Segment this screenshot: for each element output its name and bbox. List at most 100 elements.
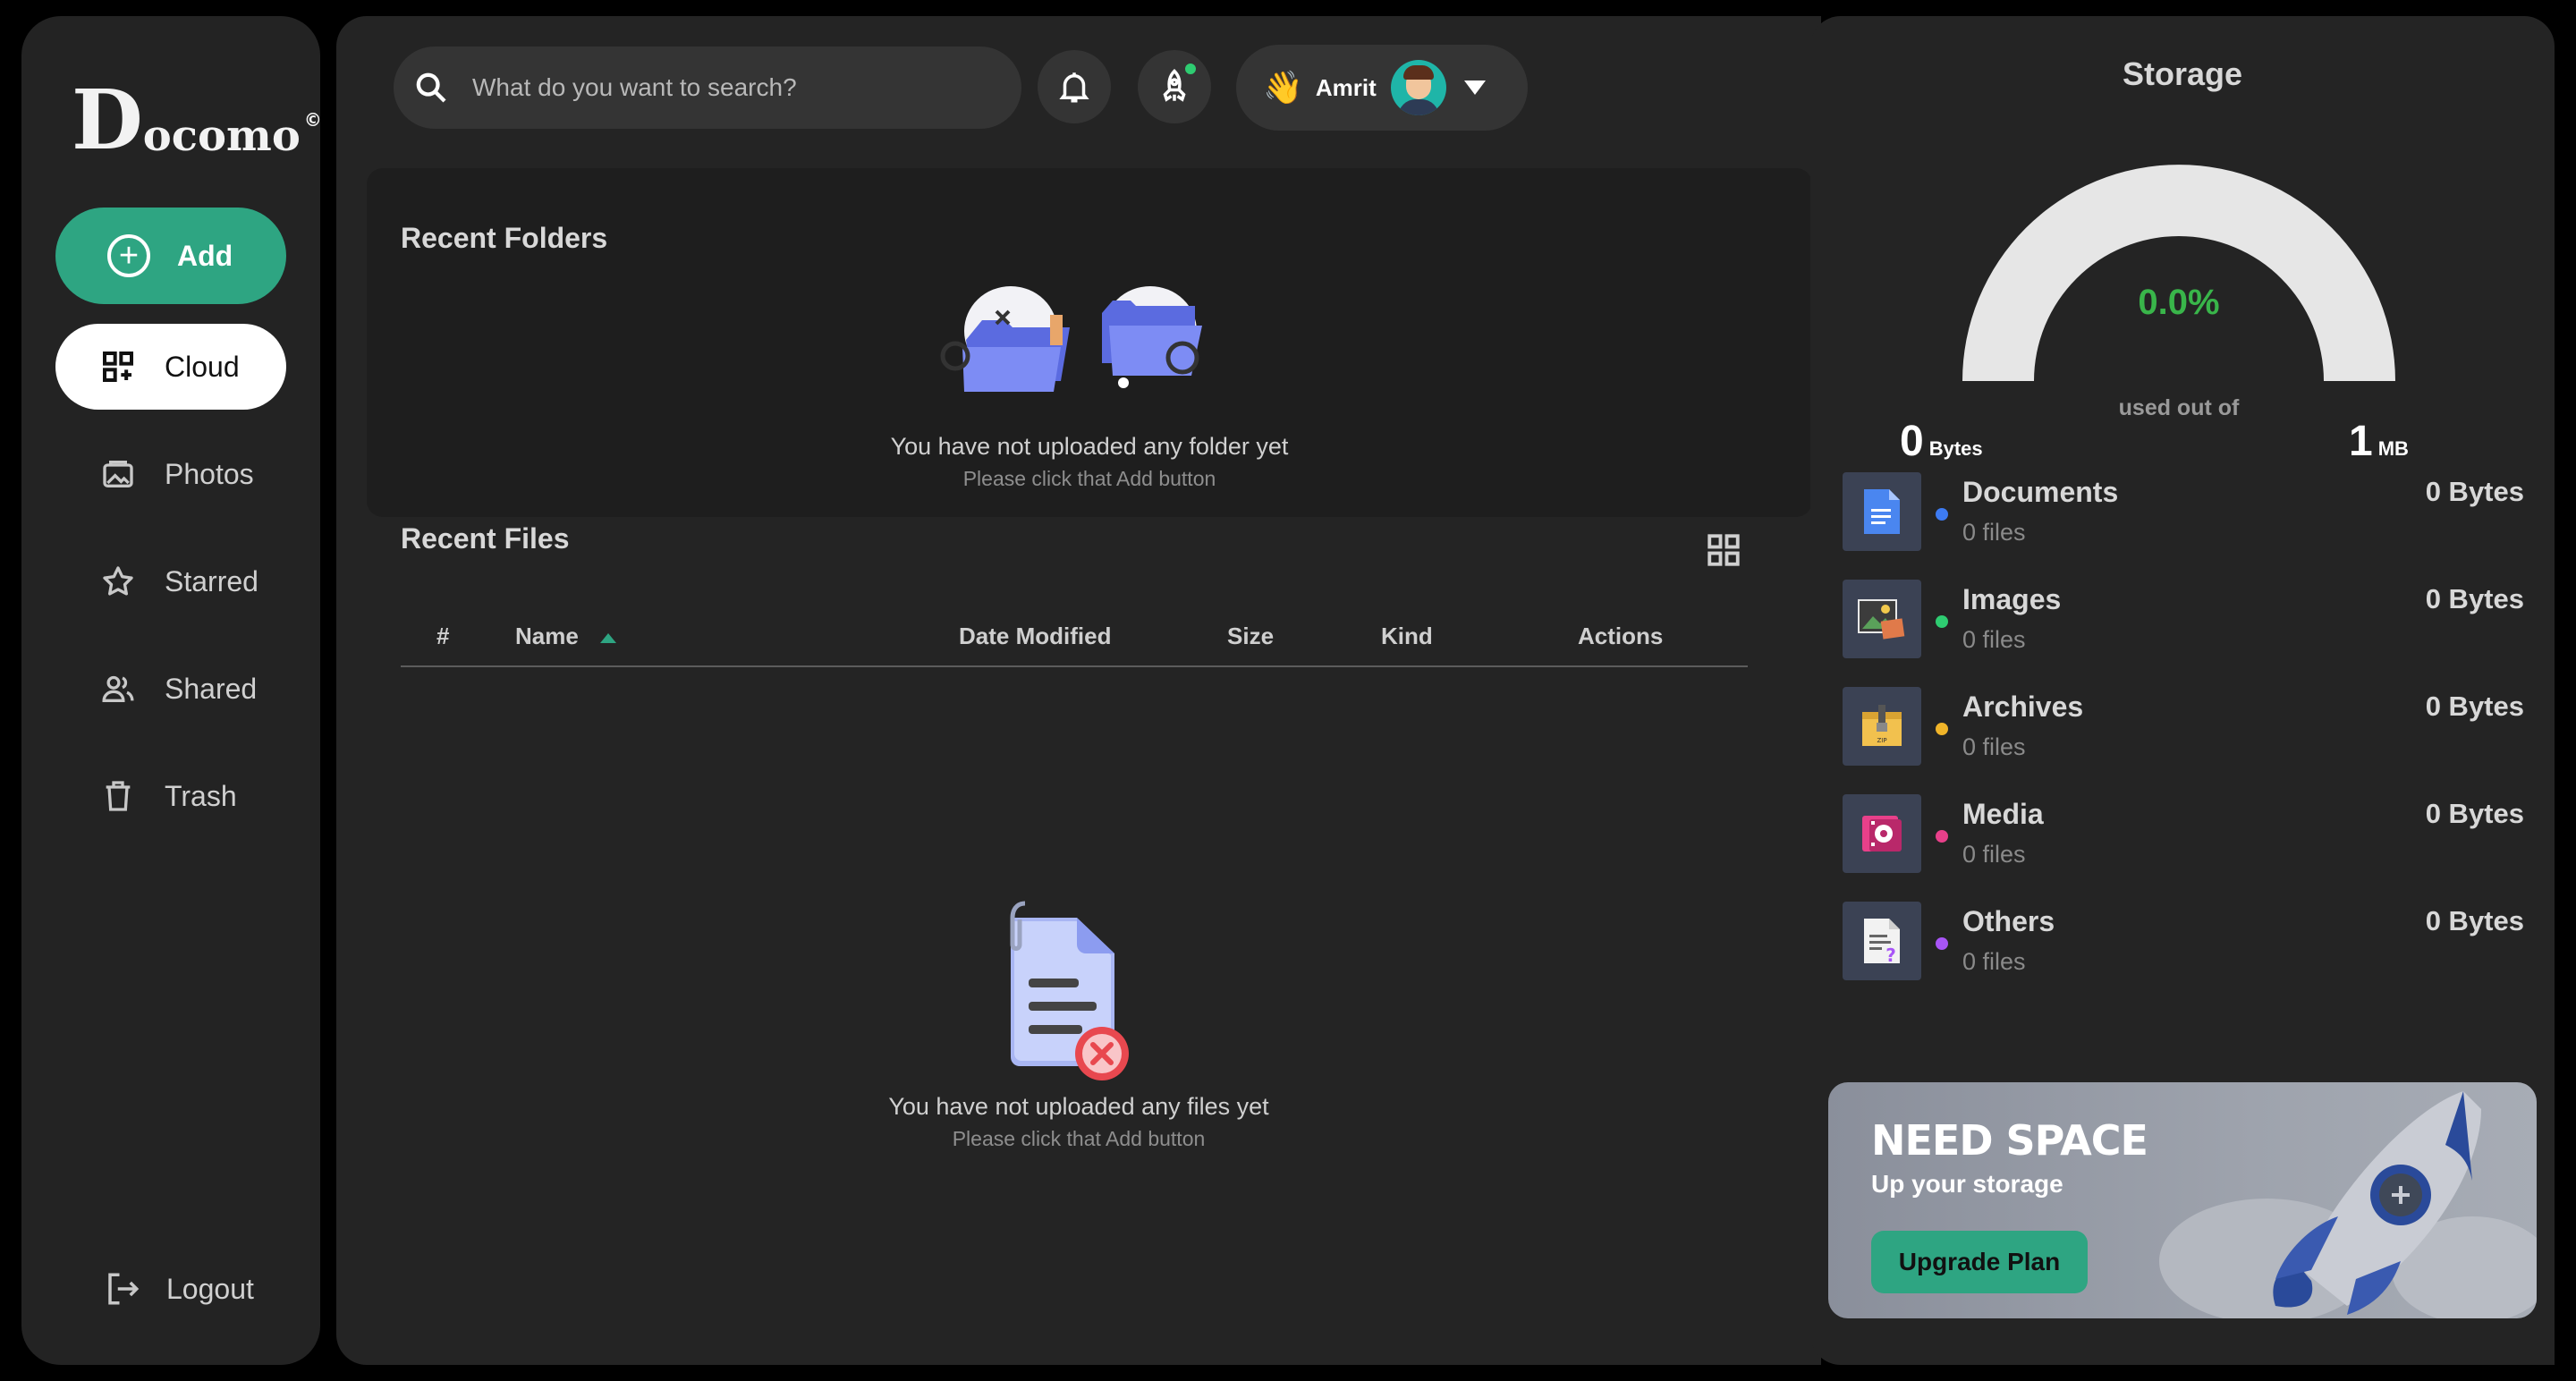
logo-initial: D bbox=[72, 72, 143, 168]
category-size: 0 Bytes bbox=[2425, 690, 2524, 722]
sidebar-item-cloud[interactable]: Cloud bbox=[55, 324, 286, 410]
photo-icon bbox=[98, 454, 138, 494]
storage-category-images[interactable]: Images 0 files 0 Bytes bbox=[1843, 580, 2524, 660]
svg-text:?: ? bbox=[1885, 945, 1896, 965]
media-icon bbox=[1843, 794, 1921, 873]
logo-text: ocomo bbox=[142, 111, 301, 161]
category-file-count: 0 files bbox=[1962, 841, 2026, 868]
grid-plus-icon bbox=[98, 347, 138, 386]
storage-panel: Storage 0.0% used out of 0 Bytes 1 MB Docu… bbox=[1810, 16, 2555, 1365]
storage-total-unit: MB bbox=[2377, 437, 2409, 460]
category-name: Archives bbox=[1962, 690, 2084, 723]
wave-icon: 👋 bbox=[1263, 69, 1303, 106]
notifications-button[interactable] bbox=[1038, 50, 1111, 123]
other-file-icon: ? bbox=[1843, 902, 1921, 980]
star-icon bbox=[98, 562, 138, 601]
recent-folders-title: Recent Folders bbox=[401, 222, 608, 254]
storage-used-amount: 0 Bytes bbox=[1900, 417, 1983, 466]
chevron-down-icon[interactable] bbox=[1463, 80, 1486, 95]
promo-subheading: Up your storage bbox=[1871, 1170, 2063, 1198]
storage-category-archives[interactable]: ZIP Archives 0 files 0 Bytes bbox=[1843, 687, 2524, 767]
column-kind[interactable]: Kind bbox=[1381, 623, 1433, 650]
sidebar-item-label: Photos bbox=[165, 457, 254, 490]
recent-files-title: Recent Files bbox=[401, 522, 570, 555]
storage-total-amount: 1 MB bbox=[2349, 417, 2409, 466]
empty-files-illustration bbox=[1010, 901, 1129, 1080]
category-color-dot bbox=[1936, 615, 1948, 628]
svg-text:ZIP: ZIP bbox=[1877, 737, 1886, 744]
image-icon bbox=[1843, 580, 1921, 658]
upgrade-plan-button[interactable]: Upgrade Plan bbox=[1871, 1231, 2088, 1293]
users-icon bbox=[98, 669, 138, 708]
search-bar[interactable] bbox=[394, 47, 1021, 129]
sort-ascending-icon bbox=[599, 632, 616, 643]
promo-heading: NEED SPACE bbox=[1871, 1116, 2148, 1165]
bell-icon bbox=[1059, 72, 1089, 103]
category-file-count: 0 files bbox=[1962, 626, 2026, 653]
online-status-dot bbox=[1182, 61, 1199, 77]
category-size: 0 Bytes bbox=[2425, 583, 2524, 614]
column-name-label: Name bbox=[515, 623, 579, 649]
sidebar-item-label: Trash bbox=[165, 779, 237, 812]
storage-total-value: 1 bbox=[2349, 418, 2373, 465]
category-name: Images bbox=[1962, 583, 2062, 615]
column-size[interactable]: Size bbox=[1227, 623, 1274, 650]
empty-folders-message: You have not uploaded any folder yet bbox=[890, 433, 1289, 460]
archive-icon: ZIP bbox=[1843, 687, 1921, 766]
storage-category-others[interactable]: ? Others 0 files 0 Bytes bbox=[1843, 902, 2524, 982]
launch-button[interactable] bbox=[1138, 50, 1211, 123]
sidebar-item-label: Shared bbox=[165, 672, 258, 705]
files-table-header: # Name Date Modified Size Kind Actions bbox=[401, 606, 1748, 667]
grid-view-icon[interactable] bbox=[1705, 531, 1742, 569]
user-name: Amrit bbox=[1315, 73, 1377, 101]
storage-category-media[interactable]: Media 0 files 0 Bytes bbox=[1843, 794, 2524, 875]
category-size: 0 Bytes bbox=[2425, 798, 2524, 829]
add-button[interactable]: + Add bbox=[55, 208, 286, 304]
search-icon bbox=[416, 72, 446, 103]
user-menu[interactable]: 👋 Amrit bbox=[1236, 45, 1528, 131]
sidebar-item-label: Cloud bbox=[165, 350, 240, 383]
category-color-dot bbox=[1936, 830, 1948, 843]
category-size: 0 Bytes bbox=[2425, 905, 2524, 936]
column-name[interactable]: Name bbox=[515, 623, 616, 650]
category-color-dot bbox=[1936, 508, 1948, 521]
column-index[interactable]: # bbox=[436, 623, 449, 650]
logout-icon bbox=[108, 1273, 140, 1305]
sidebar-item-shared[interactable]: Shared bbox=[55, 646, 286, 732]
add-button-label: Add bbox=[177, 239, 233, 272]
category-name: Documents bbox=[1962, 476, 2119, 508]
storage-title: Storage bbox=[2122, 55, 2243, 92]
search-input[interactable] bbox=[472, 73, 991, 102]
sidebar: D ocomo © + Add Cloud Photos Starred Sha… bbox=[21, 16, 322, 1365]
sidebar-item-starred[interactable]: Starred bbox=[55, 538, 286, 624]
docomo-logo[interactable]: D ocomo © bbox=[72, 79, 322, 161]
document-icon bbox=[1843, 472, 1921, 551]
empty-files-hint: Please click that Add button bbox=[952, 1127, 1206, 1150]
category-name: Others bbox=[1962, 905, 2055, 937]
storage-category-documents[interactable]: Documents 0 files 0 Bytes bbox=[1843, 472, 2524, 553]
plus-circle-icon: + bbox=[107, 234, 150, 277]
column-actions[interactable]: Actions bbox=[1578, 623, 1663, 650]
logout-button[interactable]: Logout bbox=[104, 1270, 254, 1308]
sidebar-item-label: Starred bbox=[165, 564, 258, 597]
rocket-illustration bbox=[2159, 1091, 2537, 1318]
logo-copyright-mark: © bbox=[303, 109, 322, 131]
trash-icon bbox=[98, 776, 138, 816]
avatar bbox=[1390, 60, 1446, 115]
category-color-dot bbox=[1936, 723, 1948, 735]
sidebar-item-trash[interactable]: Trash bbox=[55, 753, 286, 839]
empty-folders-hint: Please click that Add button bbox=[962, 467, 1216, 490]
empty-files-message: You have not uploaded any files yet bbox=[888, 1093, 1269, 1120]
upgrade-promo-card: NEED SPACE Up your storage Upgrade Plan bbox=[1828, 1082, 2537, 1318]
category-file-count: 0 files bbox=[1962, 733, 2026, 760]
sidebar-item-photos[interactable]: Photos bbox=[55, 431, 286, 517]
storage-used-unit: Bytes bbox=[1928, 437, 1983, 460]
main-content: 👋 Amrit Recent Folders You have not uplo… bbox=[336, 16, 1821, 1365]
logout-label: Logout bbox=[166, 1272, 254, 1305]
empty-folders-illustration bbox=[940, 286, 1202, 392]
category-size: 0 Bytes bbox=[2425, 476, 2524, 507]
category-file-count: 0 files bbox=[1962, 948, 2026, 975]
category-file-count: 0 files bbox=[1962, 519, 2026, 546]
column-date-modified[interactable]: Date Modified bbox=[959, 623, 1111, 650]
category-color-dot bbox=[1936, 937, 1948, 950]
